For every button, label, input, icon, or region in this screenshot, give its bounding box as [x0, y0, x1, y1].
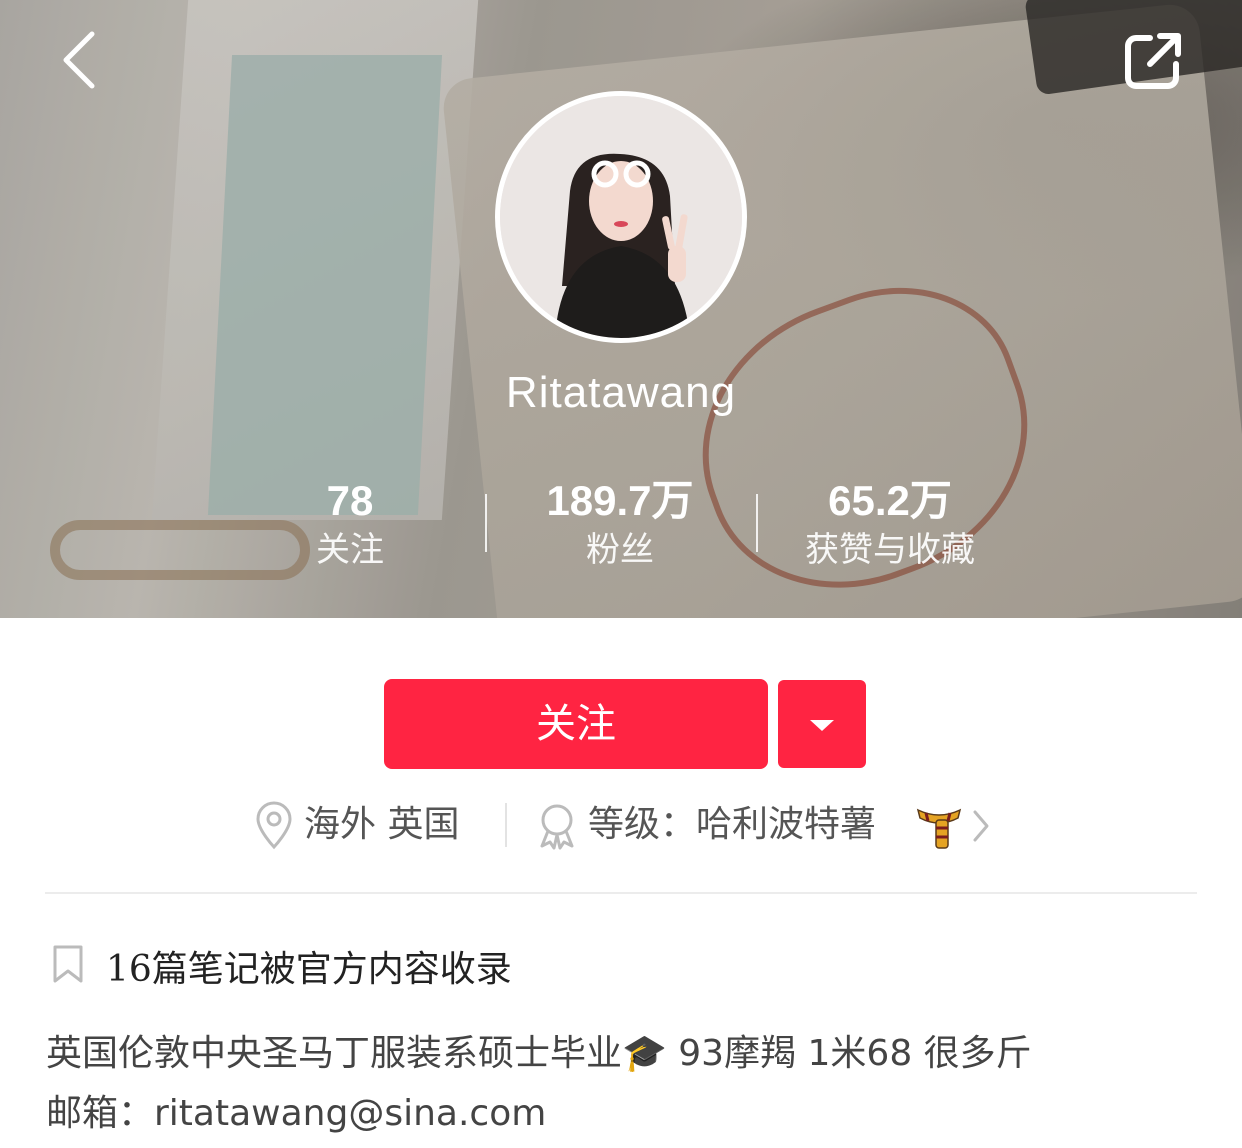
info-row: 海外 英国 等级：哈利波特薯 [0, 796, 1242, 856]
caret-down-icon [810, 720, 834, 731]
follow-options-button[interactable] [778, 680, 866, 768]
badge-icon [540, 804, 574, 850]
share-icon [1125, 33, 1181, 89]
scarf-icon [916, 808, 962, 849]
collection-text: 16篇笔记被官方内容收录 [106, 949, 512, 990]
stat-value: 189.7万 [546, 477, 694, 524]
section-divider [45, 892, 1197, 894]
avatar-image [500, 96, 742, 338]
level-text: 等级：哈利波特薯 [588, 804, 877, 845]
stat-following[interactable]: 78 关注 [290, 476, 410, 574]
stat-divider [756, 494, 758, 552]
location-pin-icon [256, 801, 292, 850]
bookmark-icon [53, 945, 83, 983]
username: Ritatawang [505, 368, 737, 417]
chevron-right-icon [973, 810, 989, 842]
avatar[interactable] [495, 91, 747, 343]
email-text: 邮箱：ritatawang@sina.com [46, 1093, 547, 1134]
back-button[interactable] [50, 28, 110, 92]
stat-label: 获赞与收藏 [805, 530, 975, 570]
share-button[interactable] [1120, 28, 1186, 94]
stats-bar: 78 关注 189.7万 粉丝 65.2万 获赞与收藏 [0, 476, 1242, 576]
info-divider [505, 803, 507, 847]
stat-label: 关注 [316, 530, 384, 570]
follow-button[interactable]: 关注 [384, 679, 768, 769]
stat-value: 65.2万 [828, 477, 952, 524]
location-text: 海外 英国 [304, 804, 460, 845]
bio-text: 英国伦敦中央圣马丁服装系硕士毕业🎓 93摩羯 1米68 很多斤 [46, 1033, 1032, 1074]
chevron-left-icon [63, 31, 95, 89]
stat-likes-collections[interactable]: 65.2万 获赞与收藏 [780, 476, 1000, 574]
stat-divider [485, 494, 487, 552]
stat-label: 粉丝 [586, 530, 654, 570]
stat-followers[interactable]: 189.7万 粉丝 [520, 476, 720, 574]
stat-value: 78 [326, 477, 374, 524]
